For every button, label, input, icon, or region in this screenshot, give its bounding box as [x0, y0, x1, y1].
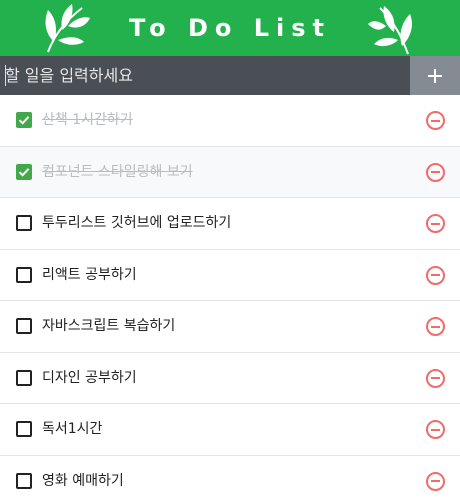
todo-item: 산책 1시간하기 [0, 95, 460, 147]
leaf-icon [368, 6, 412, 55]
todo-input[interactable] [0, 56, 410, 95]
todo-text: 산책 1시간하기 [42, 112, 133, 128]
todo-text: 영화 예매하기 [42, 472, 124, 489]
remove-circle-icon[interactable] [426, 265, 445, 285]
checkbox-checked-icon[interactable] [16, 112, 32, 128]
todo-text: 투두리스트 깃허브에 업로드하기 [42, 215, 232, 231]
add-todo-button[interactable] [410, 56, 460, 95]
remove-circle-icon[interactable] [426, 368, 445, 388]
todo-text: 자바스크립트 복습하기 [42, 318, 176, 334]
remove-circle-icon[interactable] [426, 471, 445, 491]
todo-item: 리액트 공부하기 [0, 250, 460, 301]
todo-item: 자바스크립트 복습하기 [0, 301, 460, 353]
todo-item: 영화 예매하기 [0, 456, 460, 500]
remove-circle-icon[interactable] [426, 111, 445, 130]
checkbox-unchecked-icon[interactable] [16, 369, 32, 386]
todo-text: 디자인 공부하기 [42, 369, 137, 386]
remove-circle-icon[interactable] [426, 214, 445, 233]
todo-item: 독서1시간 [0, 404, 460, 456]
checkbox-unchecked-icon[interactable] [16, 266, 32, 283]
todo-text: 리액트 공부하기 [42, 266, 137, 283]
remove-circle-icon[interactable] [426, 162, 445, 182]
text-caret [5, 65, 6, 86]
app-header: To Do List [0, 0, 460, 56]
checkbox-checked-icon[interactable] [16, 163, 32, 180]
todo-text: 독서1시간 [42, 421, 103, 437]
todo-item: 투두리스트 깃허브에 업로드하기 [0, 198, 460, 250]
todo-text: 컴포넌트 스타일링해 보기 [42, 163, 193, 180]
todo-input-bar [0, 56, 460, 95]
checkbox-unchecked-icon[interactable] [16, 421, 32, 437]
todo-list: 산책 1시간하기 컴포넌트 스타일링해 보기 투두리스트 깃허브에 업로드하기 … [0, 95, 460, 500]
checkbox-unchecked-icon[interactable] [16, 318, 32, 334]
checkbox-unchecked-icon[interactable] [16, 472, 32, 489]
checkbox-unchecked-icon[interactable] [16, 215, 32, 231]
remove-circle-icon[interactable] [426, 317, 445, 336]
todo-item: 컴포넌트 스타일링해 보기 [0, 146, 460, 198]
remove-circle-icon[interactable] [426, 420, 445, 439]
todo-item: 디자인 공부하기 [0, 353, 460, 404]
